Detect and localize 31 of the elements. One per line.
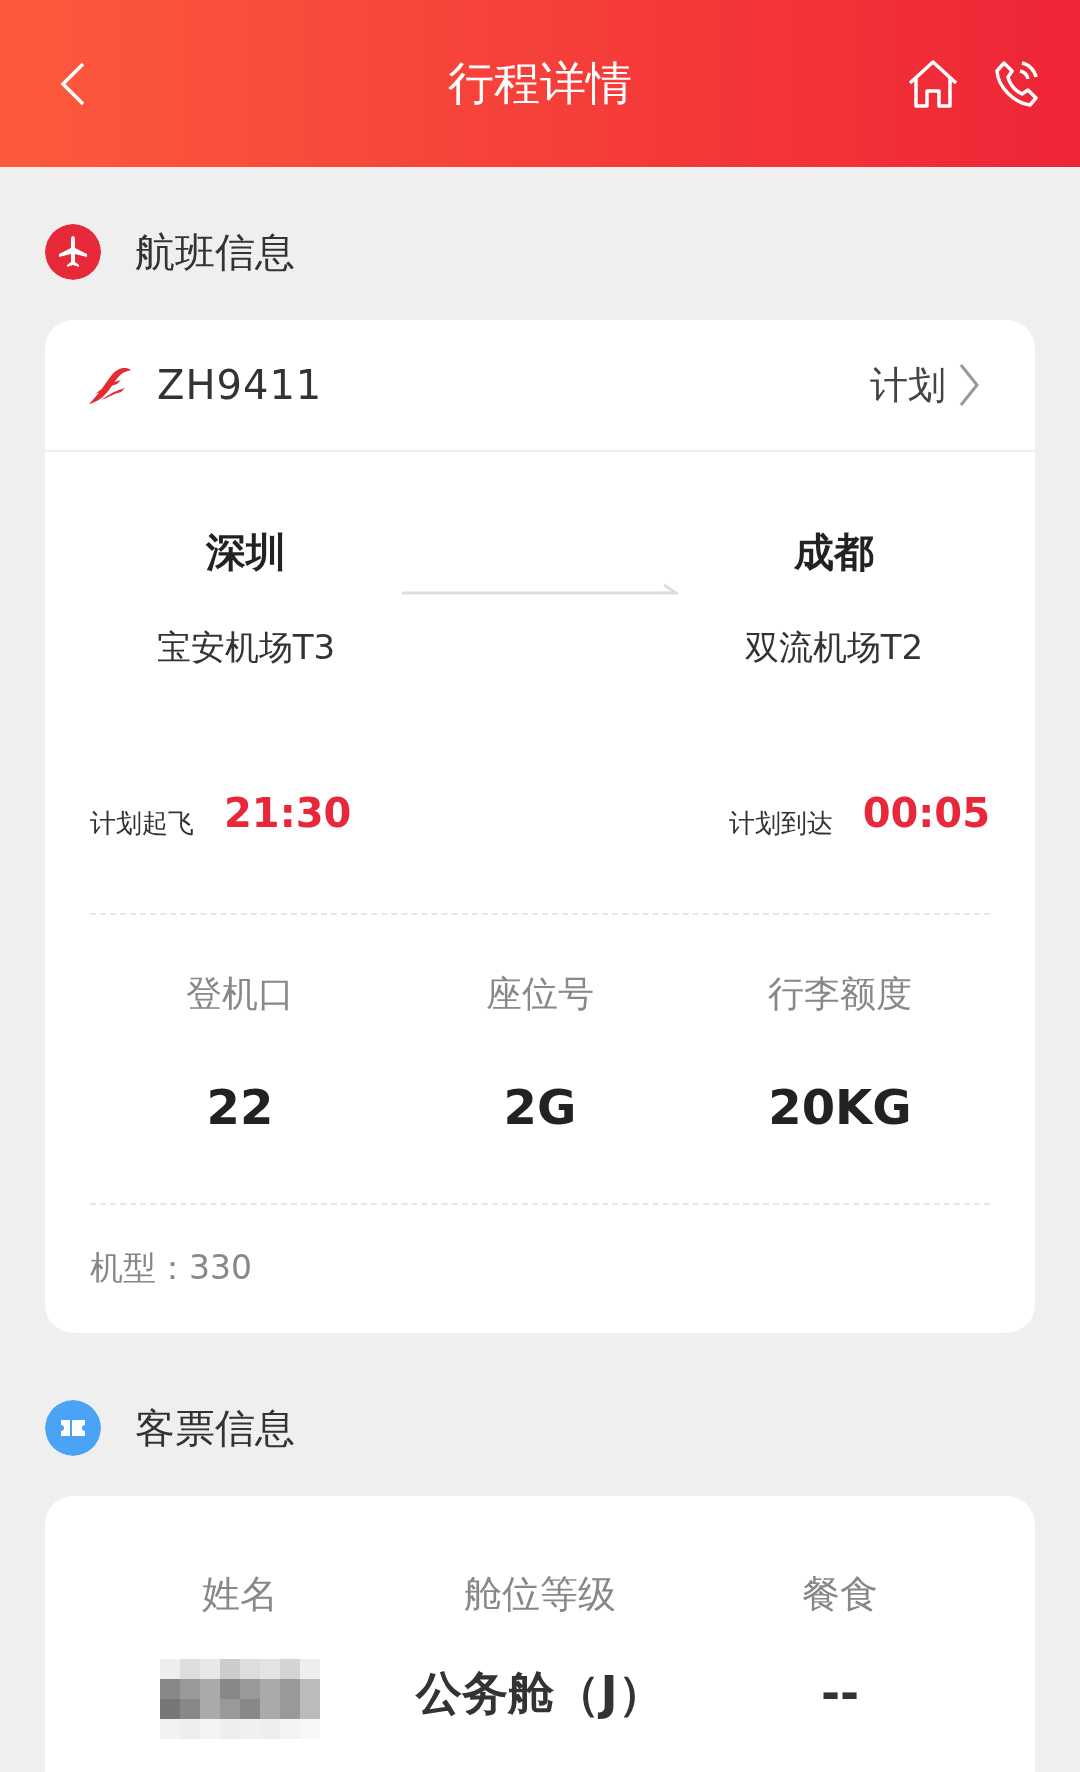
detail-label: 登机口 [186, 972, 294, 1016]
ticket-label: 餐食 [802, 1570, 878, 1618]
back-icon[interactable] [60, 60, 86, 107]
aircraft-type: 机型：330 [90, 1248, 252, 1287]
ticket-value: 公务舱（J） [416, 1664, 664, 1722]
home-icon[interactable] [906, 58, 960, 109]
arrival-time: 00:05 [862, 789, 990, 838]
detail-label: 座位号 [486, 972, 594, 1016]
detail-value: 2G [503, 1078, 577, 1137]
status-link[interactable]: 计划 [870, 356, 980, 414]
section-title: 客票信息 [135, 1403, 295, 1453]
ticket-label: 舱位等级 [464, 1570, 616, 1618]
chevron-right-icon [958, 362, 980, 408]
detail-value: 20KG [768, 1078, 912, 1137]
airplane-icon [45, 224, 101, 280]
phone-icon[interactable] [994, 58, 1040, 109]
ticket-value: -- [820, 1664, 860, 1722]
arrival-city: 成都 [794, 528, 874, 577]
departure-time: 21:30 [224, 789, 352, 838]
arrival-airport: 双流机场T2 [744, 626, 924, 669]
detail-value: 22 [206, 1078, 274, 1137]
ticket-icon [45, 1399, 101, 1456]
page-title: 行程详情 [448, 55, 632, 112]
detail-label: 行李额度 [768, 972, 912, 1016]
departure-city: 深圳 [206, 528, 286, 577]
departure-airport: 宝安机场T3 [156, 626, 336, 669]
section-title: 航班信息 [135, 228, 295, 277]
ticket-label: 姓名 [202, 1570, 278, 1618]
time-label: 计划到达 [728, 807, 833, 840]
flight-number: ZH9411 [157, 361, 323, 410]
time-label: 计划起飞 [90, 807, 194, 840]
